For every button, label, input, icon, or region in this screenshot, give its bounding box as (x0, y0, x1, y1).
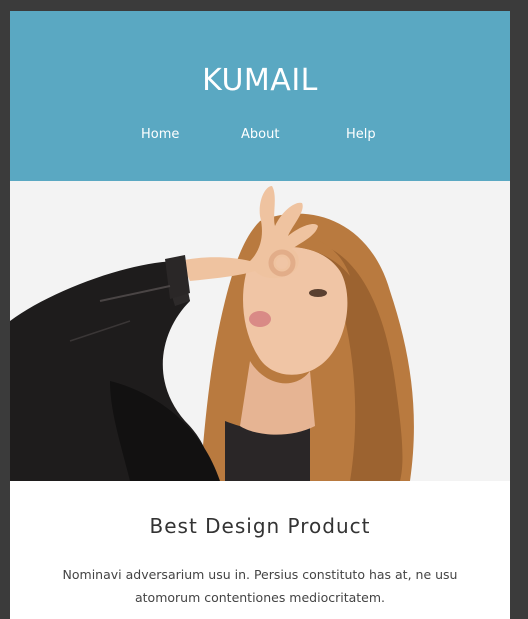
page-canvas: KUMAIL Home About Help Best Design Produ… (0, 0, 528, 619)
nav-about-link[interactable]: About (241, 127, 279, 142)
section-title: Best Design Product (149, 514, 371, 538)
hero-image (10, 181, 510, 481)
header: KUMAIL Home About Help (10, 11, 510, 181)
main-nav: Home About Help (10, 127, 510, 147)
brand-logo[interactable]: KUMAIL (10, 63, 510, 98)
nav-help-link[interactable]: Help (346, 127, 376, 142)
section-description: Nominavi adversarium usu in. Persius con… (62, 567, 458, 605)
woman-photo (10, 181, 510, 481)
nav-home-link[interactable]: Home (141, 127, 179, 142)
email-card: KUMAIL Home About Help Best Design Produ… (10, 11, 510, 619)
